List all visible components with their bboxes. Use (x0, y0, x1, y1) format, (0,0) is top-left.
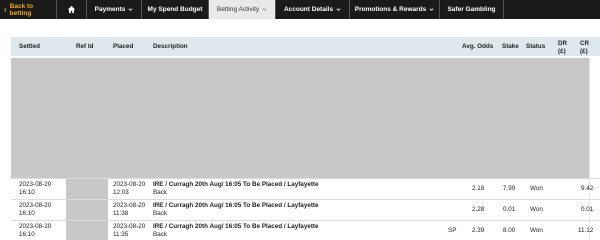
description-cell: IRE / Curragh 20th Aug/ 16:05 To Be Plac… (153, 202, 319, 218)
col-dr-label: DR (558, 40, 568, 47)
settled-time: 16:10 (19, 231, 35, 238)
status-value: Won (530, 227, 543, 234)
settled-date: 2023-08-20 (19, 181, 52, 188)
stake-value: 7.99 (503, 185, 516, 192)
col-stake: Stake (502, 43, 519, 50)
chevron-down-icon (262, 7, 267, 12)
cr-value: 11.12 (578, 227, 594, 234)
redacted-ref-id (66, 200, 108, 221)
chevron-down-icon (128, 7, 133, 12)
chevron-left-icon: ‹ (4, 4, 7, 14)
chevron-down-icon (429, 7, 434, 12)
col-avg-odds: Avg. Odds (462, 43, 494, 50)
nav-promotions-rewards[interactable]: Promotions & Rewards (350, 0, 440, 19)
avg-odds-value: 2.28 (472, 206, 485, 213)
redacted-ref-id (66, 221, 108, 240)
bet-description: IRE / Curragh 20th Aug/ 16:05 To Be Plac… (153, 223, 319, 230)
bet-type: Back (153, 210, 167, 217)
table-row: 2023-08-20 16:10 2023-08-20 12:03 IRE / … (11, 178, 600, 200)
settled-date: 2023-08-20 (19, 202, 52, 209)
cr-value: 0.01 (581, 206, 594, 213)
bet-type: Back (153, 231, 167, 238)
nav-account-details[interactable]: Account Details (276, 0, 350, 19)
status-value: Won (530, 206, 543, 213)
redacted-area (11, 58, 589, 178)
col-cr-unit: (£) (580, 48, 588, 55)
col-dr-unit: (£) (558, 48, 566, 55)
col-description: Description (153, 43, 188, 50)
status-value: Won (530, 185, 543, 192)
col-dr: DR (£) (558, 40, 567, 56)
stake-value: 8.00 (503, 227, 516, 234)
col-settled: Settled (19, 43, 40, 50)
nav-payments[interactable]: Payments (87, 0, 142, 19)
bet-type: Back (153, 189, 167, 196)
placed-date: 2023-08-20 (113, 202, 146, 209)
nav-my-spend-budget-label: My Spend Budget (147, 6, 203, 13)
description-cell: IRE / Curragh 20th Aug/ 16:05 To Be Plac… (153, 223, 319, 239)
settled-cell: 2023-08-20 16:10 (19, 223, 51, 239)
nav-promotions-rewards-label: Promotions & Rewards (354, 6, 427, 13)
nav-betting-activity-label: Betting Activity (216, 6, 260, 13)
nav-safer-gambling-label: Safer Gambling (447, 6, 496, 13)
redacted-ref-id (66, 179, 108, 200)
chevron-down-icon (336, 7, 341, 12)
nav-safer-gambling[interactable]: Safer Gambling (440, 0, 504, 19)
settled-cell: 2023-08-20 16:10 (19, 181, 51, 197)
placed-time: 11:38 (113, 210, 129, 217)
placed-cell: 2023-08-20 11:35 (113, 223, 145, 239)
nav-my-spend-budget[interactable]: My Spend Budget (142, 0, 209, 19)
placed-date: 2023-08-20 (113, 181, 146, 188)
col-cr: CR (£) (580, 40, 589, 56)
table-row: 2023-08-20 16:10 2023-08-20 11:38 IRE / … (11, 199, 600, 221)
settled-time: 16:10 (19, 210, 35, 217)
back-to-betting-link[interactable]: ‹ Back to betting (0, 0, 57, 19)
nav-payments-label: Payments (94, 6, 126, 13)
col-status: Status (526, 43, 546, 50)
placed-time: 11:35 (113, 231, 129, 238)
bet-description: IRE / Curragh 20th Aug/ 16:05 To Be Plac… (153, 202, 319, 209)
cr-value: 9.42 (581, 185, 594, 192)
nav-account-details-label: Account Details (283, 6, 334, 13)
placed-cell: 2023-08-20 12:03 (113, 181, 145, 197)
sp-marker: SP (448, 227, 457, 234)
top-nav: ‹ Back to betting Payments My Spend Budg… (0, 0, 600, 19)
stake-value: 0.01 (503, 206, 516, 213)
col-cr-label: CR (580, 40, 590, 47)
description-cell: IRE / Curragh 20th Aug/ 16:05 To Be Plac… (153, 181, 319, 197)
settled-cell: 2023-08-20 16:10 (19, 202, 51, 218)
table-row: 2023-08-20 16:10 2023-08-20 11:35 IRE / … (11, 220, 600, 240)
placed-cell: 2023-08-20 11:38 (113, 202, 145, 218)
avg-odds-value: 2.39 (472, 227, 485, 234)
table-header: Settled Ref Id Placed Description Avg. O… (11, 37, 600, 56)
settled-time: 16:10 (19, 189, 35, 196)
avg-odds-value: 2.18 (472, 185, 485, 192)
home-button[interactable] (57, 0, 87, 19)
settled-date: 2023-08-20 (19, 223, 52, 230)
placed-date: 2023-08-20 (113, 223, 146, 230)
col-placed: Placed (113, 43, 134, 50)
col-ref-id: Ref Id (76, 43, 94, 50)
home-icon (67, 5, 76, 14)
bet-description: IRE / Curragh 20th Aug/ 16:05 To Be Plac… (153, 181, 319, 188)
placed-time: 12:03 (113, 189, 129, 196)
nav-betting-activity[interactable]: Betting Activity (209, 0, 276, 19)
back-to-betting-label: Back to betting (9, 2, 34, 17)
